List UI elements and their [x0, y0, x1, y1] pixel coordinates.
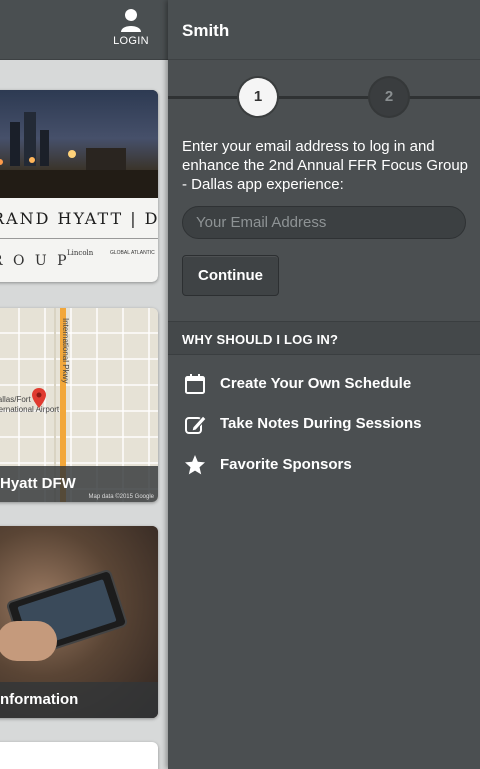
hotel-photo: [0, 90, 158, 198]
user-icon: [121, 9, 141, 32]
card-caption: nformation: [0, 682, 158, 718]
step-2: 2: [370, 78, 408, 116]
calendar-icon: [185, 374, 205, 394]
map-pin-icon: [32, 388, 46, 408]
sponsor-logo-lincoln: Lincoln: [67, 249, 94, 257]
venue-map-card[interactable]: International Pkwy Dallas/Fort W nternat…: [0, 308, 158, 502]
step-1: 1: [239, 78, 277, 116]
star-icon: [185, 455, 205, 475]
hand-image: [0, 621, 57, 661]
app-header: LOGIN: [0, 0, 168, 60]
benefit-label: Favorite Sponsors: [220, 456, 352, 473]
benefit-notes: Take Notes During Sessions: [184, 411, 474, 439]
step-indicator: 1 2: [168, 78, 480, 116]
map-label-road: International Pkwy: [61, 318, 70, 384]
continue-button[interactable]: Continue: [182, 255, 279, 296]
email-input[interactable]: [182, 206, 466, 239]
benefit-sponsors: Favorite Sponsors: [184, 452, 474, 480]
benefit-label: Create Your Own Schedule: [220, 375, 412, 392]
map-attribution: Map data ©2015 Google: [88, 494, 154, 500]
benefit-label: Take Notes During Sessions: [220, 415, 422, 432]
sponsor-logo-global-atlantic: GLOBAL ATLANTIC: [110, 250, 155, 256]
benefit-schedule: Create Your Own Schedule: [184, 371, 474, 399]
user-name: Smith: [182, 21, 230, 40]
information-card[interactable]: nformation: [0, 526, 158, 718]
login-drawer: Smith 1 2 Enter your email address to lo…: [168, 0, 480, 769]
main-content: LOGIN RAND HYATT | DFW R O U P Lincoln G…: [0, 0, 168, 769]
why-section-header: WHY SHOULD I LOG IN?: [168, 321, 480, 355]
hotel-name: RAND HYATT | DFW: [0, 209, 158, 228]
step-line: [168, 96, 480, 99]
intro-text: Enter your email address to log in and e…: [182, 138, 469, 193]
hotel-logo: RAND HYATT | DFW R O U P: [0, 198, 158, 282]
group-text: R O U P: [0, 253, 70, 269]
map-label-airport: nternational Airport: [0, 405, 60, 414]
card-partial[interactable]: [0, 742, 158, 769]
drawer-header: Smith: [168, 0, 480, 60]
why-title: WHY SHOULD I LOG IN?: [182, 332, 339, 347]
hotel-card[interactable]: RAND HYATT | DFW R O U P Lincoln GLOBAL …: [0, 90, 158, 282]
note-edit-icon: [185, 415, 207, 434]
login-label: LOGIN: [113, 35, 149, 47]
divider: [0, 238, 158, 239]
login-button[interactable]: LOGIN: [108, 6, 154, 54]
